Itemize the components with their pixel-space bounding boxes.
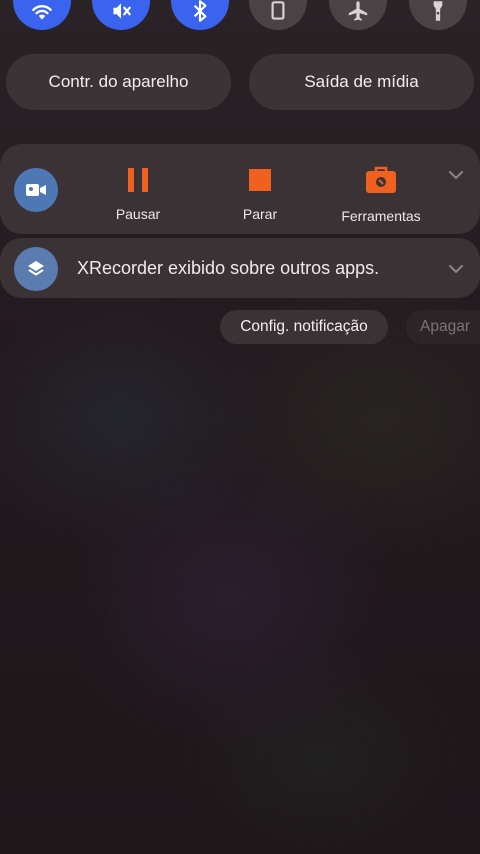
tools-action[interactable]: Ferramentas	[326, 164, 436, 224]
notification-settings-label: Config. notificação	[240, 318, 368, 335]
video-camera-icon	[26, 184, 46, 196]
airplane-toggle[interactable]	[329, 0, 387, 30]
rotation-lock-icon	[271, 1, 285, 20]
sound-mute-icon	[113, 3, 131, 19]
stop-label: Parar	[242, 206, 278, 222]
layers-icon	[28, 261, 44, 276]
overlay-notification[interactable]: XRecorder exibido sobre outros apps.	[0, 238, 480, 298]
flashlight-toggle[interactable]	[409, 0, 467, 30]
chevron-down-icon[interactable]	[448, 264, 464, 274]
stop-icon	[249, 169, 271, 191]
device-control-label: Contr. do aparelho	[48, 72, 189, 91]
pause-action[interactable]: Pausar	[83, 164, 193, 222]
bluetooth-icon	[193, 0, 207, 22]
overlay-app-icon	[14, 247, 58, 291]
media-output-label: Saída de mídia	[304, 72, 419, 91]
notification-settings-button[interactable]: Config. notificação	[220, 310, 388, 344]
recorder-app-icon	[14, 168, 58, 212]
quick-settings-toggles	[0, 0, 480, 40]
rotation-toggle[interactable]	[249, 0, 307, 30]
chevron-down-icon[interactable]	[448, 170, 464, 180]
pause-label: Pausar	[115, 206, 161, 222]
recorder-notification[interactable]: Pausar Parar Ferramentas	[0, 144, 480, 234]
wifi-toggle[interactable]	[13, 0, 71, 30]
overlay-notification-text: XRecorder exibido sobre outros apps.	[77, 258, 380, 278]
clear-button[interactable]: Apagar	[406, 310, 480, 344]
tools-label: Ferramentas	[341, 208, 421, 224]
clear-label: Apagar	[420, 318, 470, 335]
media-output-button[interactable]: Saída de mídia	[249, 54, 474, 110]
stop-action[interactable]: Parar	[205, 164, 315, 222]
airplane-icon	[348, 1, 368, 21]
wifi-icon	[32, 5, 52, 20]
toolbox-icon	[366, 166, 396, 193]
pause-icon	[128, 168, 148, 192]
bluetooth-toggle[interactable]	[171, 0, 229, 30]
device-control-button[interactable]: Contr. do aparelho	[6, 54, 231, 110]
flashlight-icon	[433, 1, 443, 21]
sound-toggle[interactable]	[92, 0, 150, 30]
